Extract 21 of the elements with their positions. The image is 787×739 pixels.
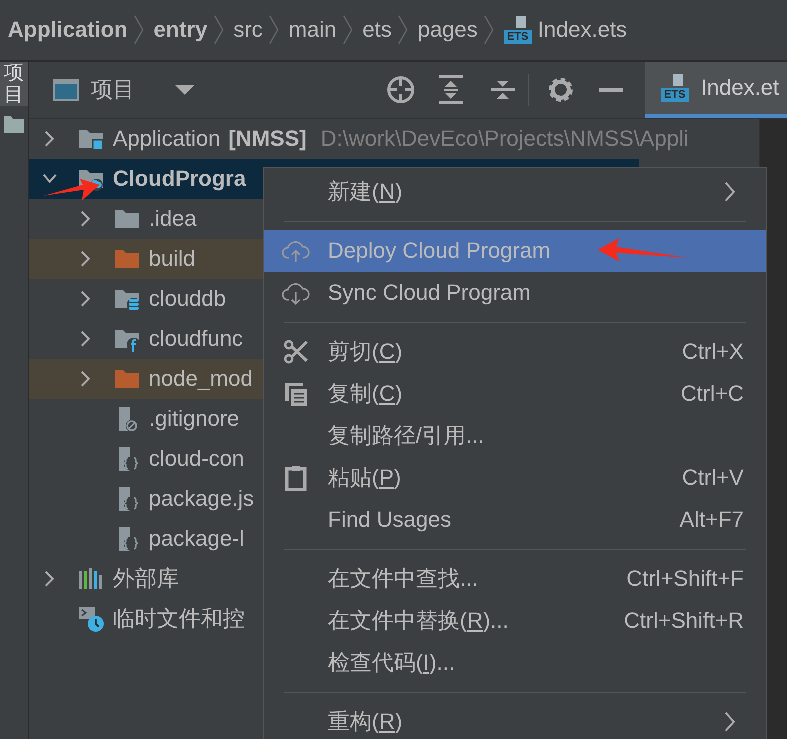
tree-label: .gitignore bbox=[149, 406, 240, 432]
tree-label: cloud-con bbox=[149, 446, 244, 472]
module-tag: [NMSS] bbox=[228, 126, 307, 152]
tree-label: package.js bbox=[149, 486, 254, 512]
tree-label: node_mod bbox=[149, 366, 253, 392]
shortcut-label: Ctrl+Shift+R bbox=[624, 608, 744, 634]
tree-label: 外部库 bbox=[113, 565, 179, 593]
shortcut-label: Ctrl+X bbox=[682, 339, 744, 365]
tree-label: cloudfunc bbox=[149, 326, 244, 352]
folder-path: D:\work\DevEco\Projects\NMSS\Appli bbox=[320, 126, 689, 152]
tree-label: .idea bbox=[149, 206, 197, 232]
tree-label: CloudProgra bbox=[113, 166, 246, 192]
tree-label: 临时文件和控 bbox=[113, 605, 245, 633]
shortcut-label: Ctrl+C bbox=[681, 381, 744, 407]
tree-label: Application bbox=[113, 126, 221, 152]
tree-label: package-l bbox=[149, 526, 244, 552]
shortcut-label: Ctrl+V bbox=[682, 465, 744, 491]
tree-label: build bbox=[149, 246, 196, 272]
shortcut-label: Alt+F7 bbox=[680, 507, 744, 533]
shortcut-label: Ctrl+Shift+F bbox=[626, 566, 744, 592]
tree-label: clouddb bbox=[149, 286, 226, 312]
